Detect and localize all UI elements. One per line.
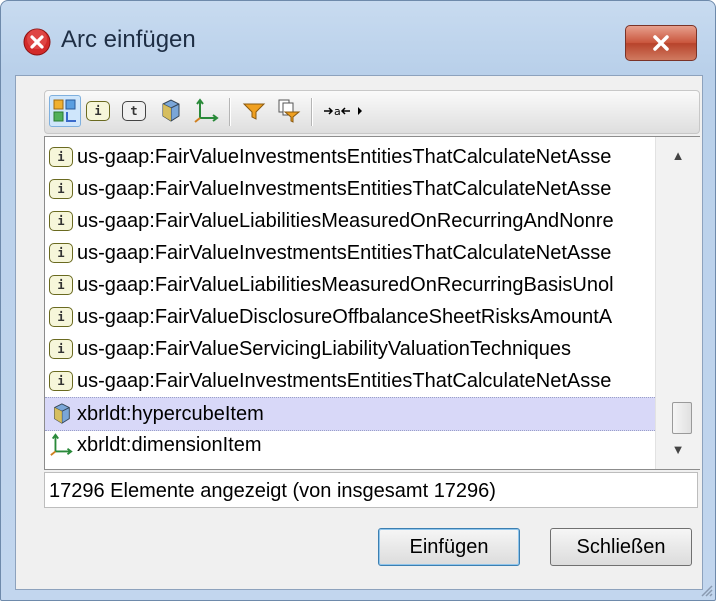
item-icon[interactable]: i: [83, 96, 113, 126]
scroll-up-icon[interactable]: ▲: [670, 147, 686, 163]
close-window-button[interactable]: [625, 25, 697, 61]
scroll-down-icon[interactable]: ▼: [670, 441, 686, 457]
item-icon: i: [47, 176, 75, 202]
list-item[interactable]: i us-gaap:FairValueInvestmentsEntitiesTha…: [45, 173, 655, 205]
list-item[interactable]: i us-gaap:FairValueLiabilitiesMeasuredOnR…: [45, 205, 655, 237]
item-icon: i: [47, 272, 75, 298]
list-item[interactable]: i us-gaap:FairValueInvestmentsEntitiesTha…: [45, 237, 655, 269]
error-x-icon: [23, 28, 51, 56]
filter-copy-icon[interactable]: [273, 96, 303, 126]
item-glyph: i: [86, 101, 110, 121]
list-item[interactable]: xbrldt:dimensionItem: [45, 429, 655, 461]
scroll-thumb[interactable]: [672, 402, 692, 434]
list-item[interactable]: xbrldt:hypercubeItem: [45, 397, 655, 431]
item-icon: i: [47, 304, 75, 330]
title-bar[interactable]: Arc einfügen: [1, 1, 715, 81]
dialog-body: i t a i us-gaap:FairValueInvestmentsEnti…: [15, 75, 703, 590]
list-item[interactable]: i us-gaap:FairValueInvestmentsEntitiesTha…: [45, 141, 655, 173]
item-icon: i: [47, 144, 75, 170]
all-elements-icon[interactable]: [49, 95, 81, 127]
list-item-label: xbrldt:hypercubeItem: [77, 402, 264, 425]
list-item[interactable]: i us-gaap:FairValueLiabilitiesMeasuredOnR…: [45, 269, 655, 301]
toolbar: i t a: [44, 90, 700, 134]
list-item-label: us-gaap:FairValueDisclosureOffbalanceShe…: [77, 305, 613, 328]
toolbar-separator: [229, 98, 231, 126]
expand-collapse-icon[interactable]: a: [321, 96, 367, 126]
window-title: Arc einfügen: [61, 26, 196, 53]
close-button[interactable]: Schließen: [550, 528, 692, 566]
vertical-scrollbar[interactable]: ▲ ▼: [655, 137, 700, 469]
list-item-label: xbrldt:dimensionItem: [77, 433, 262, 456]
status-text: 17296 Elemente angezeigt (von insgesamt …: [44, 472, 698, 508]
list-item-label: us-gaap:FairValueServicingLiabilityValua…: [77, 337, 571, 360]
list-item[interactable]: i us-gaap:FairValueDisclosureOffbalanceSh…: [45, 301, 655, 333]
resize-grip-icon[interactable]: [697, 581, 713, 597]
list-item-label: us-gaap:FairValueInvestmentsEntitiesThat…: [77, 177, 612, 200]
list-item-label: us-gaap:FairValueInvestmentsEntitiesThat…: [77, 369, 612, 392]
filter-icon[interactable]: [239, 96, 269, 126]
list-item-label: us-gaap:FairValueLiabilitiesMeasuredOnRe…: [77, 273, 614, 296]
list-item[interactable]: i us-gaap:FairValueServicingLiabilityValu…: [45, 333, 655, 365]
element-list[interactable]: i us-gaap:FairValueInvestmentsEntitiesTha…: [44, 136, 700, 470]
list-item-label: us-gaap:FairValueLiabilitiesMeasuredOnRe…: [77, 209, 614, 232]
item-icon: i: [47, 368, 75, 394]
insert-button[interactable]: Einfügen: [378, 528, 520, 566]
list-item[interactable]: i us-gaap:FairValueInvestmentsEntitiesTha…: [45, 365, 655, 397]
list-item-label: us-gaap:FairValueInvestmentsEntitiesThat…: [77, 145, 612, 168]
toolbar-separator: [311, 98, 313, 126]
hypercube-icon: [47, 401, 75, 427]
close-icon: [653, 35, 669, 51]
list-rows: i us-gaap:FairValueInvestmentsEntitiesTha…: [45, 137, 655, 469]
item-icon: i: [47, 336, 75, 362]
item-icon: i: [47, 240, 75, 266]
tuple-icon[interactable]: t: [119, 96, 149, 126]
item-icon: i: [47, 208, 75, 234]
dimension-icon: [47, 432, 75, 458]
dialog-window: Arc einfügen i t a i us-gaap:FairValueIn…: [0, 0, 716, 601]
svg-text:a: a: [334, 105, 341, 118]
hypercube-icon[interactable]: [155, 96, 185, 126]
dimension-icon[interactable]: [191, 96, 221, 126]
list-item-label: us-gaap:FairValueInvestmentsEntitiesThat…: [77, 241, 612, 264]
